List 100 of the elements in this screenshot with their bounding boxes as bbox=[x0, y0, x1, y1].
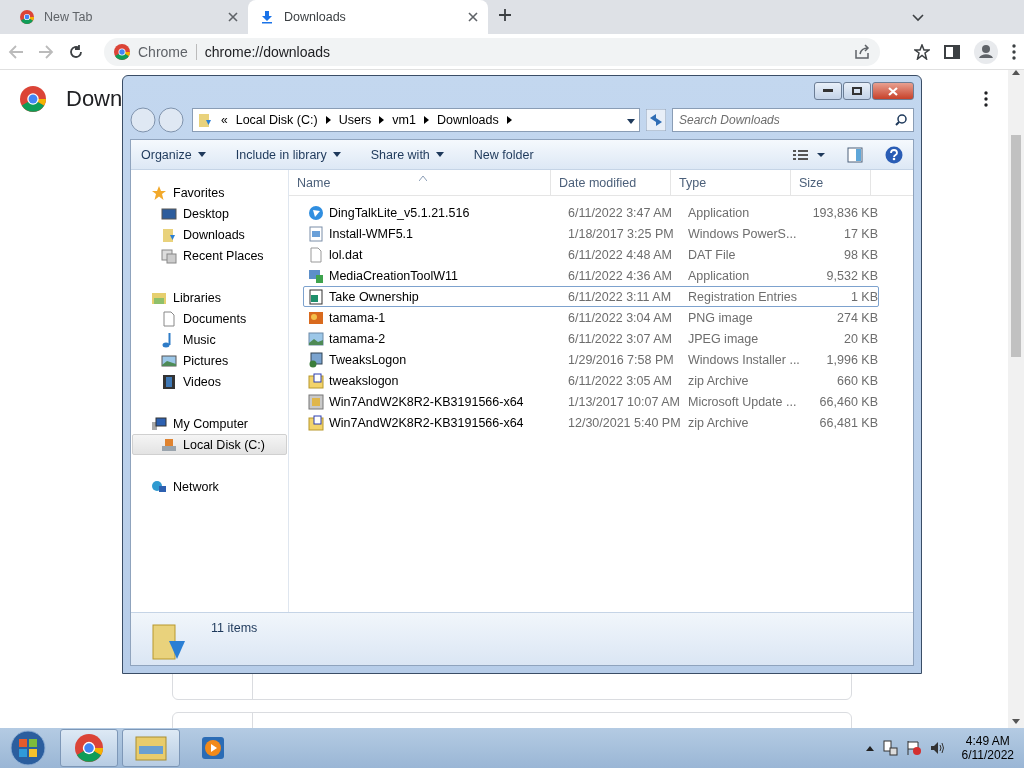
search-icon bbox=[895, 114, 907, 126]
nav-item[interactable]: Local Disk (C:) bbox=[132, 434, 287, 455]
caret-icon bbox=[197, 152, 206, 157]
overflow-chevron[interactable]: « bbox=[221, 113, 228, 127]
chrome-logo-icon bbox=[20, 86, 46, 112]
nav-item[interactable]: Videos bbox=[132, 371, 287, 392]
size-cell-text: 1 KB bbox=[849, 289, 878, 304]
breadcrumb-item[interactable]: Users bbox=[338, 113, 372, 127]
file-row[interactable]: Win7AndW2K8R2-KB3191566-x64 1/13/2017 10:07 AM Microsoft Update ... 66,460 KB bbox=[303, 391, 879, 412]
nav-item[interactable]: Libraries bbox=[132, 287, 287, 308]
type-cell-text: Windows Installer ... bbox=[688, 352, 801, 367]
address-bar[interactable]: « Local Disk (C:) Users vm1 Downloads bbox=[192, 108, 640, 132]
breadcrumb-item[interactable]: vm1 bbox=[392, 113, 416, 127]
search-field[interactable]: Search Downloads bbox=[672, 108, 914, 132]
network-globe-icon bbox=[151, 478, 167, 495]
scroll-thumb[interactable] bbox=[1011, 135, 1021, 357]
type-cell-text: PNG image bbox=[688, 310, 754, 325]
date-cell-text: 6/11/2022 3:07 AM bbox=[568, 331, 674, 346]
file-row[interactable]: Install-WMF5.1 1/18/2017 3:25 PM Windows PowerS... 17 KB bbox=[303, 223, 879, 244]
close-icon bbox=[228, 12, 238, 22]
breadcrumb-item[interactable]: Downloads bbox=[436, 113, 499, 127]
close-button[interactable] bbox=[872, 82, 914, 100]
file-row[interactable]: tweakslogon 6/11/2022 3:05 AM zip Archive 660 KB bbox=[303, 370, 879, 391]
file-name: Install-WMF5.1 bbox=[329, 226, 414, 241]
file-name: Take Ownership bbox=[329, 289, 419, 304]
file-row[interactable]: lol.dat 6/11/2022 4:48 AM DAT File 98 KB bbox=[303, 244, 879, 265]
nav-item[interactable]: Pictures bbox=[132, 350, 287, 371]
date-cell-text: 1/18/2017 3:25 PM bbox=[568, 226, 675, 241]
type-cell-text: zip Archive bbox=[688, 415, 750, 430]
file-row[interactable]: TweaksLogon 1/29/2016 7:58 PM Windows Installer ... 1,996 KB bbox=[303, 349, 879, 370]
taskbar-button[interactable] bbox=[122, 729, 180, 767]
file-name: tamama-2 bbox=[329, 331, 386, 346]
film-strip-icon bbox=[161, 373, 177, 390]
column-header[interactable]: Name bbox=[289, 170, 551, 195]
file-name: Win7AndW2K8R2-KB3191566-x64 bbox=[329, 415, 524, 430]
nav-item[interactable]: Favorites bbox=[132, 182, 287, 203]
setup-computer-icon bbox=[308, 267, 324, 284]
size-cell-text: 20 KB bbox=[842, 331, 878, 346]
bookmark-star-icon bbox=[914, 43, 930, 60]
breadcrumb-arrow-icon bbox=[325, 116, 331, 124]
file-name: DingTalkLite_v5.1.21.516 bbox=[329, 205, 470, 220]
date-cell-text: 12/30/2021 5:40 PM bbox=[568, 415, 682, 430]
clock-date: 6/11/2022 bbox=[961, 748, 1014, 762]
browser-tab[interactable]: Downloads bbox=[248, 0, 488, 34]
file-row[interactable]: MediaCreationToolW11 6/11/2022 4:36 AM Application 9,532 KB bbox=[303, 265, 879, 286]
command-button[interactable]: New folder bbox=[473, 147, 534, 162]
computer-icon bbox=[151, 415, 167, 432]
column-header[interactable]: Type bbox=[671, 170, 791, 195]
recent-places-icon bbox=[161, 247, 177, 264]
file-row[interactable]: tamama-1 6/11/2022 3:04 AM PNG image 274 KB bbox=[303, 307, 879, 328]
browser-tab[interactable]: New Tab bbox=[8, 0, 248, 34]
file-row[interactable]: DingTalkLite_v5.1.21.516 6/11/2022 3:47 AM Application 193,836 KB bbox=[303, 202, 879, 223]
column-header[interactable]: Size bbox=[791, 170, 871, 195]
profile-icon bbox=[974, 39, 998, 64]
size-cell-text: 1,996 KB bbox=[825, 352, 878, 367]
nav-item[interactable]: Recent Places bbox=[132, 245, 287, 266]
clock-time: 4:49 AM bbox=[965, 734, 1010, 748]
date-cell-text: 6/11/2022 4:48 AM bbox=[568, 247, 674, 262]
nav-item[interactable]: Music bbox=[132, 329, 287, 350]
file-row[interactable]: tamama-2 6/11/2022 3:07 AM JPEG image 20 KB bbox=[303, 328, 879, 349]
size-cell-text: 9,532 KB bbox=[825, 268, 878, 283]
file-row[interactable]: Take Ownership 6/11/2022 3:11 AM Registration Entries 1 KB bbox=[303, 286, 879, 307]
taskbar-button[interactable] bbox=[60, 729, 118, 767]
chevron-down-icon bbox=[912, 14, 924, 22]
speaker-icon bbox=[929, 740, 946, 756]
chrome-logo-icon bbox=[114, 43, 130, 60]
column-header[interactable]: Date modified bbox=[551, 170, 671, 195]
network-icon bbox=[881, 740, 898, 756]
more-menu-icon bbox=[1012, 43, 1016, 60]
file-row[interactable]: Win7AndW2K8R2-KB3191566-x64 12/30/2021 5:40 PM zip Archive 66,481 KB bbox=[303, 412, 879, 433]
size-cell-text: 660 KB bbox=[836, 373, 878, 388]
maximize-icon bbox=[852, 87, 862, 95]
minimize-button[interactable] bbox=[814, 82, 842, 100]
date-cell-text: 6/11/2022 3:04 AM bbox=[568, 310, 674, 325]
scrollbar[interactable] bbox=[1008, 70, 1024, 728]
type-cell-text: Registration Entries bbox=[688, 289, 799, 304]
command-button[interactable]: Organize bbox=[141, 147, 206, 162]
date-cell-text: 1/13/2017 10:07 AM bbox=[568, 394, 681, 409]
address-bar[interactable]: Chrome chrome://downloads bbox=[104, 37, 880, 66]
share-icon bbox=[854, 43, 870, 60]
nav-item[interactable]: Downloads bbox=[132, 224, 287, 245]
command-button[interactable]: Include in library bbox=[235, 147, 341, 162]
downloads-folder-icon bbox=[151, 621, 187, 663]
file-name: MediaCreationToolW11 bbox=[329, 268, 458, 283]
flag-error-icon bbox=[905, 740, 922, 756]
nav-item[interactable]: Desktop bbox=[132, 203, 287, 224]
download-icon bbox=[260, 10, 274, 24]
breadcrumb-item[interactable]: Local Disk (C:) bbox=[235, 113, 318, 127]
file-name: lol.dat bbox=[329, 247, 363, 262]
type-cell-text: DAT File bbox=[688, 247, 737, 262]
nav-item[interactable]: Documents bbox=[132, 308, 287, 329]
forward-icon bbox=[38, 43, 54, 60]
back-icon bbox=[8, 43, 24, 60]
maximize-button[interactable] bbox=[843, 82, 871, 100]
media-player-icon bbox=[200, 735, 226, 761]
file-name: tweakslogon bbox=[329, 373, 399, 388]
type-cell-text: Microsoft Update ... bbox=[688, 394, 798, 409]
command-button[interactable]: Share with bbox=[370, 147, 444, 162]
nav-item[interactable]: Network bbox=[132, 476, 287, 497]
nav-item[interactable]: My Computer bbox=[132, 413, 287, 434]
